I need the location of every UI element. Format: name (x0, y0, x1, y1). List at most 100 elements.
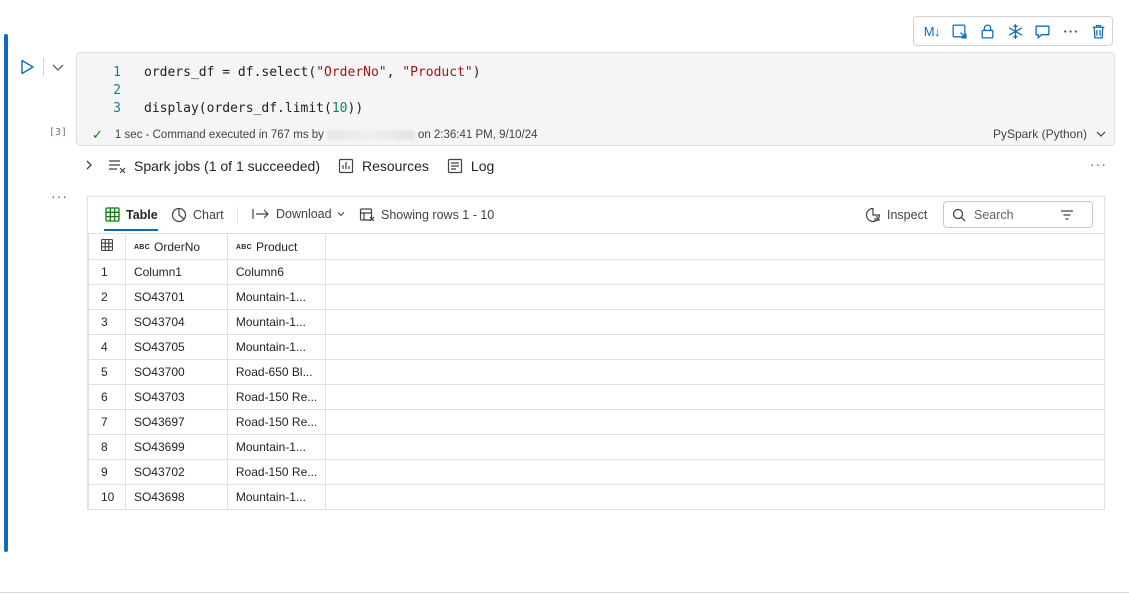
row-number: 1 (88, 259, 126, 285)
tab-chart[interactable]: Chart (171, 207, 224, 223)
search-icon (952, 208, 966, 221)
table-cell[interactable]: SO43704 (124, 309, 228, 335)
expand-chevron-icon[interactable] (84, 158, 94, 174)
empty-cell (325, 459, 1104, 485)
rows-icon (359, 208, 375, 222)
table-cell[interactable]: Mountain-1... (226, 309, 327, 335)
table-cell[interactable]: SO43697 (124, 409, 228, 435)
spark-jobs-button[interactable]: Spark jobs (1 of 1 succeeded) (108, 158, 320, 174)
spark-more-button[interactable]: ··· (1090, 156, 1107, 172)
table-cell[interactable]: Mountain-1... (226, 434, 327, 460)
table-cell[interactable]: SO43703 (124, 384, 228, 410)
table-cell[interactable]: Road-150 Re... (226, 459, 327, 485)
export-arrow-icon (252, 209, 269, 219)
rows-indicator[interactable]: Showing rows 1 - 10 (359, 207, 494, 223)
table-row[interactable]: 3 SO43704 Mountain-1... (88, 309, 1104, 335)
comment-icon[interactable] (1029, 17, 1057, 45)
markdown-label: M↓ (923, 23, 941, 39)
table-cell[interactable]: SO43698 (124, 484, 228, 510)
empty-cell (325, 309, 1104, 335)
pie-chart-icon (171, 207, 187, 223)
table-cell[interactable]: Mountain-1... (226, 284, 327, 310)
notebook-page: M↓ 1 orders_df = df.select("OrderNo", "P… (0, 0, 1129, 595)
empty-cell (325, 384, 1104, 410)
chevron-down-icon (1096, 131, 1106, 137)
redacted-user (326, 130, 415, 140)
row-number: 4 (88, 334, 126, 360)
table-row[interactable]: 2 SO43701 Mountain-1... (88, 284, 1104, 310)
table-row[interactable]: 1 Column1 Column6 (88, 259, 1104, 285)
table-cell[interactable]: Column1 (124, 259, 228, 285)
table-cell[interactable]: SO43705 (124, 334, 228, 360)
empty-cell (325, 434, 1104, 460)
table-cell[interactable]: SO43700 (124, 359, 228, 385)
code-text: display(orders_df.limit(10)) (144, 101, 364, 116)
table-cell[interactable]: SO43699 (124, 434, 228, 460)
empty-cell (325, 409, 1104, 435)
table-cell[interactable]: Mountain-1... (226, 484, 327, 510)
table-row[interactable]: 7 SO43697 Road-150 Re... (88, 409, 1104, 435)
column-header-product[interactable]: ABC Product (226, 233, 327, 260)
search-input[interactable]: Search (943, 201, 1093, 228)
inspect-label: Inspect (887, 208, 928, 222)
spark-status-row: Spark jobs (1 of 1 succeeded) Resources … (84, 156, 512, 176)
column-header-label: Product (255, 239, 298, 254)
table-cell[interactable]: Road-150 Re... (226, 409, 327, 435)
empty-header (325, 233, 1104, 260)
select-all-header[interactable] (88, 233, 126, 260)
row-number: 2 (88, 284, 126, 310)
delete-icon[interactable] (1084, 17, 1112, 45)
table-row[interactable]: 5 SO43700 Road-650 Bl... (88, 359, 1104, 385)
row-number: 7 (88, 409, 126, 435)
search-placeholder: Search (974, 207, 1014, 222)
empty-cell (325, 359, 1104, 385)
inspect-icon (865, 207, 881, 223)
inspect-button[interactable]: Inspect (865, 207, 927, 223)
empty-cell (325, 484, 1104, 510)
tab-chart-label: Chart (193, 208, 224, 222)
execution-status: ✓ 1 sec - Command executed in 767 ms by … (92, 127, 538, 143)
empty-cell (325, 284, 1104, 310)
table-cell[interactable]: Road-650 Bl... (226, 359, 327, 385)
cell-toolbar: M↓ (913, 16, 1113, 46)
table-cell[interactable]: SO43701 (124, 284, 228, 310)
lock-icon[interactable] (973, 17, 1001, 45)
row-number: 3 (88, 309, 126, 335)
rows-label: Showing rows 1 - 10 (381, 208, 495, 222)
table-cell[interactable]: SO43702 (124, 459, 228, 485)
run-cell-button[interactable] (18, 58, 36, 76)
table-row[interactable]: 4 SO43705 Mountain-1... (88, 334, 1104, 360)
table-cell[interactable]: Mountain-1... (226, 334, 327, 360)
status-text: 1 sec - Command executed in 767 ms by (114, 129, 324, 141)
table-row[interactable]: 10 SO43698 Mountain-1... (88, 484, 1104, 510)
download-button[interactable]: Download (252, 207, 352, 221)
log-button[interactable]: Log (447, 158, 494, 174)
row-number: 10 (88, 484, 126, 510)
log-label: Log (470, 158, 495, 174)
table-header-row: ABC OrderNo ABC Product (88, 233, 1104, 260)
grid-icon (100, 238, 114, 252)
table-cell[interactable]: Road-150 Re... (226, 384, 327, 410)
line-number: 3 (113, 101, 121, 116)
output-panel: Table Chart Download Showing rows 1 - 10… (87, 196, 1105, 510)
language-selector[interactable]: PySpark (Python) (993, 127, 1107, 141)
freeze-icon[interactable] (1001, 17, 1029, 45)
convert-cell-icon[interactable] (946, 17, 974, 45)
output-more-button[interactable]: ··· (51, 188, 68, 204)
column-header-orderno[interactable]: ABC OrderNo (124, 233, 228, 260)
table-cell[interactable]: Column6 (226, 259, 327, 285)
filter-icon[interactable] (1060, 208, 1074, 222)
tab-table[interactable]: Table (105, 207, 158, 222)
table-row[interactable]: 6 SO43703 Road-150 Re... (88, 384, 1104, 410)
more-icon[interactable] (1057, 17, 1085, 45)
execution-count: [3] (49, 127, 68, 138)
resources-button[interactable]: Resources (338, 158, 429, 174)
table-row[interactable]: 8 SO43699 Mountain-1... (88, 434, 1104, 460)
markdown-toggle-button[interactable]: M↓ (918, 17, 946, 45)
collapse-cell-button[interactable] (50, 59, 66, 75)
table-row[interactable]: 9 SO43702 Road-150 Re... (88, 459, 1104, 485)
resources-label: Resources (362, 158, 429, 174)
divider (0, 592, 1129, 593)
table-body: 1 Column1 Column6 2 SO43701 Mountain-1... 3 SO4… (88, 259, 1104, 510)
line-number: 2 (113, 83, 121, 98)
